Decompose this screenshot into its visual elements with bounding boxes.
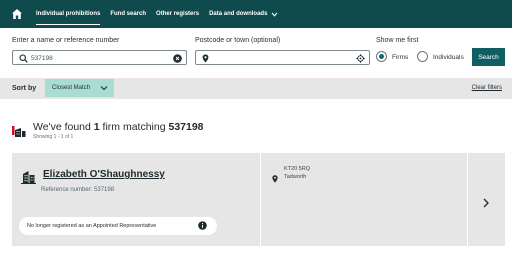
nav-item-label: Individual prohibitions — [36, 11, 101, 17]
name-search-box — [12, 50, 187, 65]
radio-firms-label[interactable]: Firms — [392, 54, 408, 61]
card-divider — [467, 153, 468, 246]
location-pin-icon — [200, 53, 210, 63]
chevron-down-icon — [271, 11, 278, 18]
chevron-down-icon — [100, 84, 108, 92]
status-text: No longer registered as an Appointed Rep… — [27, 223, 157, 229]
postcode-search-box — [195, 50, 370, 65]
postcode-input[interactable] — [214, 54, 334, 62]
search-icon — [18, 53, 28, 63]
status-badge: No longer registered as an Appointed Rep… — [19, 217, 217, 235]
nav-item-other-registers[interactable]: Other registers — [156, 0, 199, 28]
firm-results-icon — [12, 125, 26, 137]
search-button[interactable]: Search — [472, 48, 505, 66]
postcode-field-label: Postcode or town (optional) — [195, 37, 281, 44]
radio-individuals[interactable] — [417, 51, 428, 62]
sort-by-label: Sort by — [12, 85, 37, 92]
result-card[interactable]: Elizabeth O'Shaughnessy Reference number… — [12, 153, 505, 246]
results-count: 1 — [93, 121, 100, 133]
nav-item-individual-prohibitions[interactable]: Individual prohibitions — [36, 0, 101, 28]
name-field-label: Enter a name or reference number — [12, 37, 120, 44]
results-heading-prefix: We've found — [33, 121, 91, 133]
results-heading-middle: firm matching — [102, 121, 166, 133]
nav-item-fund-search[interactable]: Fund search — [110, 0, 146, 28]
address-postcode: KT20 5RQ — [284, 166, 310, 172]
radio-firms[interactable] — [376, 51, 387, 62]
search-panel: Enter a name or reference number Postcod… — [0, 28, 512, 76]
reference-number: Reference number: 537198 — [41, 187, 115, 193]
chevron-right-icon[interactable] — [482, 195, 490, 208]
showing-count: Showing 1 - 1 of 1 — [33, 134, 74, 140]
clear-filters-link[interactable]: Clear filters — [472, 85, 502, 91]
results-query: 537198 — [168, 121, 204, 133]
firm-name-link[interactable]: Elizabeth O'Shaughnessy — [43, 169, 165, 180]
home-icon[interactable] — [11, 8, 23, 20]
sort-select-value: Closest Match — [52, 85, 91, 91]
address-town: Tadworth — [284, 174, 307, 180]
top-nav: Individual prohibitions Fund search Othe… — [0, 0, 512, 28]
nav-item-label: Other registers — [156, 11, 200, 17]
nav-item-label: Fund search — [110, 11, 147, 17]
location-pin-icon — [272, 170, 278, 183]
building-icon — [21, 170, 36, 184]
sort-select[interactable]: Closest Match — [45, 79, 114, 97]
info-icon[interactable] — [198, 221, 207, 230]
nav-item-data-and-downloads[interactable]: Data and downloads — [209, 0, 278, 28]
nav-item-label: Data and downloads — [209, 11, 268, 17]
name-search-input[interactable] — [31, 54, 151, 62]
sort-bar: Sort by Closest Match Clear filters — [0, 78, 512, 99]
show-me-first-label: Show me first — [376, 37, 419, 44]
radio-individuals-label[interactable]: Individuals — [433, 54, 464, 61]
clear-icon[interactable] — [172, 53, 182, 63]
results-heading: We've found 1 firm matching 537198 — [33, 121, 204, 133]
locate-icon[interactable] — [355, 53, 365, 63]
card-divider — [260, 153, 261, 246]
